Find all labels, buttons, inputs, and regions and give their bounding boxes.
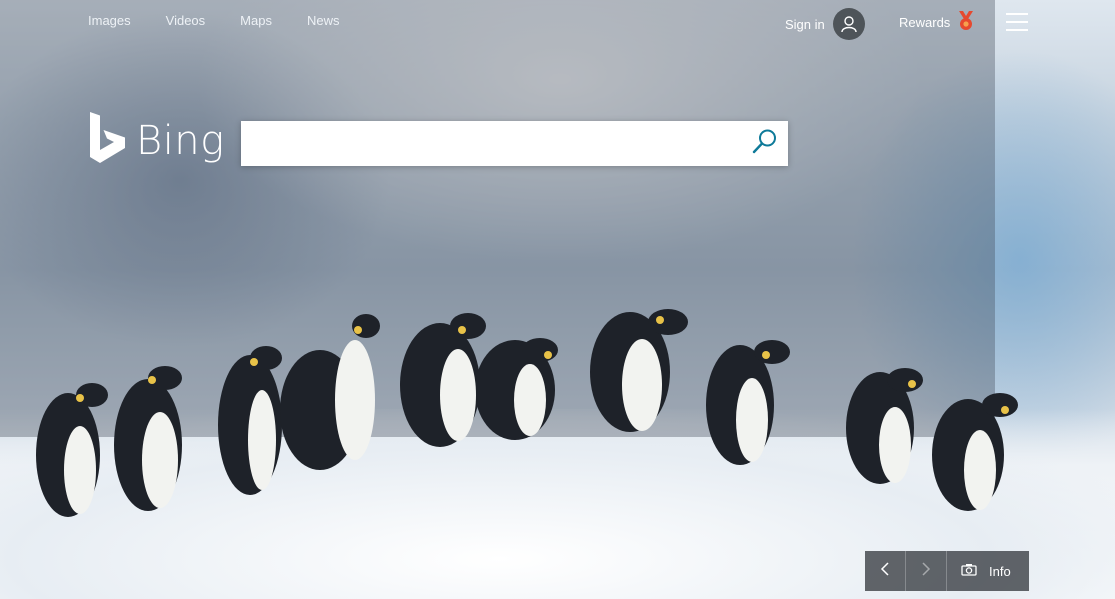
info-label: Info — [989, 563, 1011, 579]
sign-in-label: Sign in — [785, 16, 825, 32]
chevron-right-icon — [921, 561, 931, 581]
search-icon — [752, 128, 778, 159]
sign-in-button[interactable]: Sign in — [785, 8, 865, 40]
next-image-button[interactable] — [906, 551, 947, 591]
bing-logo-text: Bing — [136, 117, 225, 164]
search-button[interactable] — [742, 121, 788, 166]
rewards-medal-icon — [958, 11, 974, 34]
bing-logo[interactable]: Bing — [88, 112, 225, 169]
hamburger-menu-icon[interactable] — [1006, 13, 1028, 31]
image-controls: Info — [865, 551, 1029, 591]
nav-images-link[interactable]: Images — [88, 13, 131, 28]
penguins-illustration — [36, 309, 1018, 517]
image-info-button[interactable]: Info — [947, 551, 1029, 591]
previous-image-button[interactable] — [865, 551, 906, 591]
bing-logo-icon — [88, 112, 126, 169]
nav-news-link[interactable]: News — [307, 13, 340, 28]
nav-videos-link[interactable]: Videos — [166, 13, 206, 28]
top-navigation: Images Videos Maps News — [88, 13, 374, 28]
nav-maps-link[interactable]: Maps — [240, 13, 272, 28]
search-input[interactable] — [241, 121, 742, 166]
rewards-button[interactable]: Rewards — [899, 11, 974, 34]
search-box — [241, 121, 788, 166]
chevron-left-icon — [880, 561, 890, 581]
camera-icon — [961, 563, 977, 579]
user-icon — [832, 8, 865, 40]
rewards-label: Rewards — [899, 15, 951, 30]
